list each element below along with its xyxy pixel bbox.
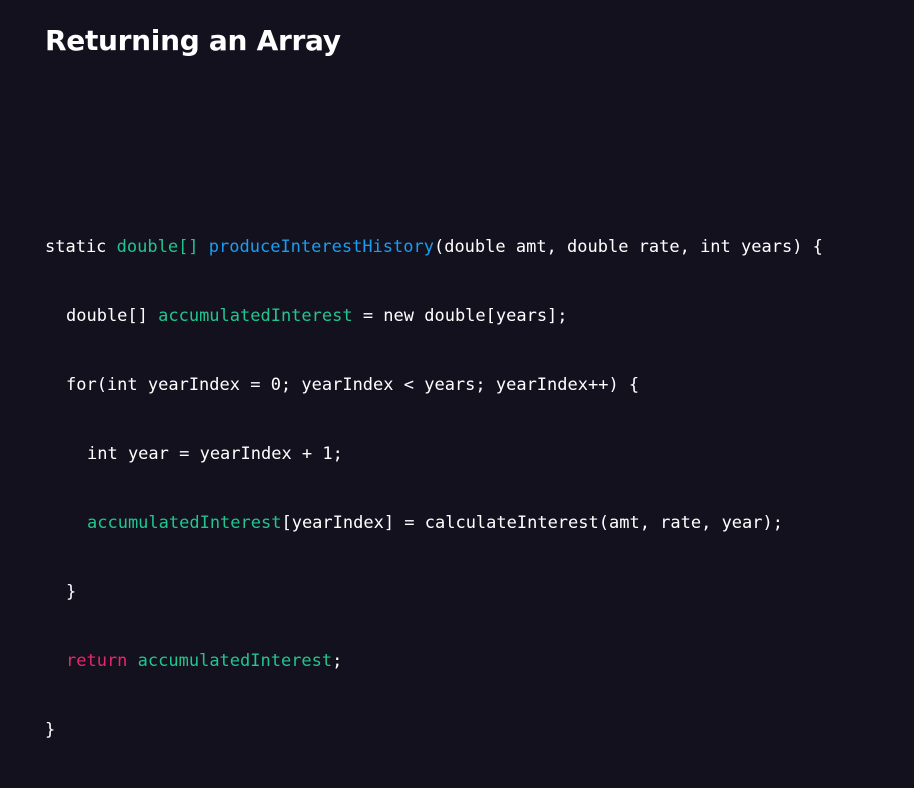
code-line-loop-close: } (45, 581, 823, 604)
code-token: for(int yearIndex = 0; yearIndex < years… (66, 375, 640, 395)
code-line-return: return accumulatedInterest; (45, 650, 823, 673)
code-line-for-loop: for(int yearIndex = 0; yearIndex < years… (45, 374, 823, 397)
code-token: [yearIndex] = calculateInterest(amt, rat… (281, 513, 783, 533)
code-line-signature: static double[] produceInterestHistory(d… (45, 236, 823, 259)
code-token: double[] (66, 306, 159, 326)
code-line-array-declaration: double[] accumulatedInterest = new doubl… (45, 305, 823, 328)
code-token: int year = yearIndex + 1; (87, 444, 343, 464)
code-token: ; (332, 651, 343, 671)
code-token: accumulatedInterest (137, 651, 333, 671)
code-token: (double amt, double rate, int years) { (433, 237, 823, 257)
slide: Returning an Array static double[] produ… (0, 0, 914, 740)
code-token: accumulatedInterest (158, 306, 353, 326)
code-line-year-assignment: int year = yearIndex + 1; (45, 443, 823, 466)
code-token: } (66, 582, 77, 602)
code-line-interest-assignment: accumulatedInterest[yearIndex] = calcula… (45, 512, 823, 535)
slide-title: Returning an Array (45, 24, 341, 57)
code-token: accumulatedInterest (87, 513, 282, 533)
code-block: static double[] produceInterestHistory(d… (45, 190, 823, 788)
code-token: produceInterestHistory (208, 237, 434, 257)
code-token: static (45, 237, 117, 257)
code-token: } (45, 720, 56, 740)
code-line-method-close: } (45, 719, 823, 742)
code-token: double[] (116, 237, 199, 257)
code-token: return (66, 651, 128, 671)
code-token: = new double[years]; (352, 306, 568, 326)
